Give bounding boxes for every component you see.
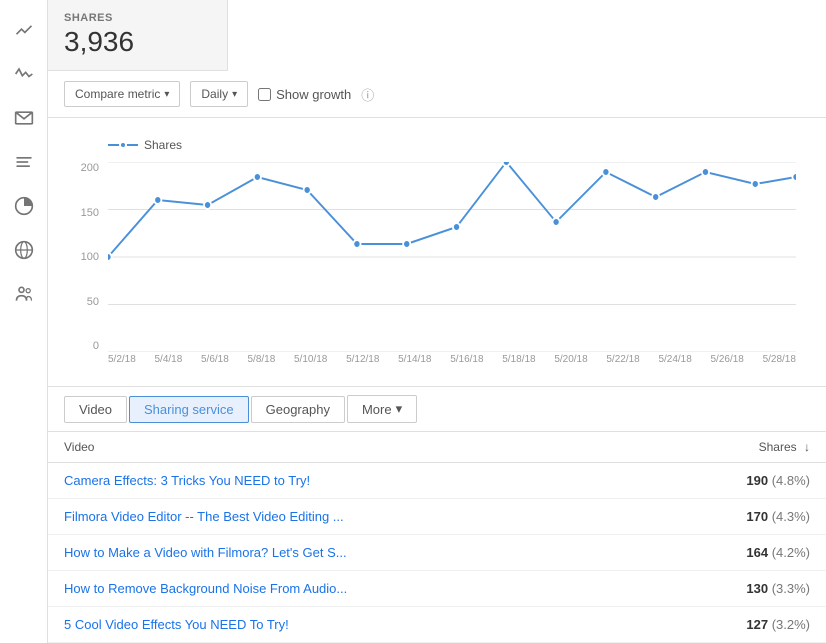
shares-value-2: 164 <box>746 545 768 560</box>
table-row: How to Make a Video with Filmora? Let's … <box>48 535 826 571</box>
shares-cell-4: 127 (3.2%) <box>645 607 826 643</box>
x-axis: 5/2/18 5/4/18 5/6/18 5/8/18 5/10/18 5/12… <box>108 354 796 374</box>
tab-video[interactable]: Video <box>64 396 127 423</box>
more-dropdown-arrow: ▾ <box>396 401 403 417</box>
x-tick-11: 5/24/18 <box>658 354 691 374</box>
x-tick-10: 5/22/18 <box>606 354 639 374</box>
table-section: Video Shares ↓ Camera Effects: 3 Tricks … <box>48 432 826 643</box>
x-tick-5: 5/12/18 <box>346 354 379 374</box>
shares-cell-3: 130 (3.3%) <box>645 571 826 607</box>
legend-dot <box>119 141 127 149</box>
video-link-3[interactable]: How to Remove Background Noise From Audi… <box>64 581 347 596</box>
shares-cell-1: 170 (4.3%) <box>645 499 826 535</box>
video-title-cell: 5 Cool Video Effects You NEED To Try! <box>48 607 645 643</box>
y-tick-100: 100 <box>81 251 104 263</box>
chart-svg <box>108 162 796 352</box>
period-button[interactable]: Daily ▾ <box>190 81 248 107</box>
tabs-bar: Video Sharing service Geography More ▾ <box>48 386 826 432</box>
y-tick-0: 0 <box>93 340 104 352</box>
x-tick-6: 5/14/18 <box>398 354 431 374</box>
chart-legend: Shares <box>108 138 806 152</box>
info-icon[interactable]: ⓘ <box>361 85 374 104</box>
tab-sharing-service[interactable]: Sharing service <box>129 396 249 423</box>
compare-metric-button[interactable]: Compare metric ▾ <box>64 81 180 107</box>
stat-label: SHARES <box>64 12 211 24</box>
video-title-cell: How to Remove Background Noise From Audi… <box>48 571 645 607</box>
shares-pct-1: (4.3%) <box>772 509 810 524</box>
video-title-cell: Filmora Video Editor -- The Best Video E… <box>48 499 645 535</box>
x-tick-9: 5/20/18 <box>554 354 587 374</box>
video-title-cell: Camera Effects: 3 Tricks You NEED to Try… <box>48 463 645 499</box>
shares-pct-3: (3.3%) <box>772 581 810 596</box>
sort-icon: ↓ <box>804 440 810 454</box>
stat-box: SHARES 3,936 <box>48 0 228 71</box>
shares-pct-0: (4.8%) <box>772 473 810 488</box>
x-tick-0: 5/2/18 <box>108 354 136 374</box>
sidebar-icon-pie[interactable] <box>4 186 44 226</box>
sidebar-icon-people[interactable] <box>4 274 44 314</box>
legend-line <box>108 144 138 146</box>
show-growth-checkbox[interactable] <box>258 88 271 101</box>
table-row: Camera Effects: 3 Tricks You NEED to Try… <box>48 463 826 499</box>
show-growth-label[interactable]: Show growth <box>258 87 351 102</box>
sidebar-icon-globe[interactable] <box>4 230 44 270</box>
table-row: Filmora Video Editor -- The Best Video E… <box>48 499 826 535</box>
video-link-1[interactable]: Filmora Video Editor -- The Best Video E… <box>64 509 344 524</box>
video-title-cell: How to Make a Video with Filmora? Let's … <box>48 535 645 571</box>
table-row: 5 Cool Video Effects You NEED To Try! 12… <box>48 607 826 643</box>
chart-section: Shares 0 50 100 150 200 <box>48 118 826 386</box>
chart-container: Shares 0 50 100 150 200 <box>48 118 826 386</box>
stat-value: 3,936 <box>64 26 211 58</box>
period-dropdown-arrow: ▾ <box>232 89 237 100</box>
main-content: SHARES 3,936 Compare metric ▾ Daily ▾ Sh… <box>48 0 826 643</box>
shares-pct-2: (4.2%) <box>772 545 810 560</box>
x-tick-12: 5/26/18 <box>711 354 744 374</box>
sidebar-icon-list[interactable] <box>4 142 44 182</box>
shares-value-4: 127 <box>746 617 768 632</box>
shares-value-3: 130 <box>746 581 768 596</box>
shares-pct-4: (3.2%) <box>772 617 810 632</box>
tab-geography[interactable]: Geography <box>251 396 345 423</box>
sidebar-icon-mail[interactable] <box>4 98 44 138</box>
col-video-header: Video <box>48 432 645 463</box>
shares-value-1: 170 <box>746 509 768 524</box>
x-tick-13: 5/28/18 <box>763 354 796 374</box>
sidebar-icon-wave[interactable] <box>4 54 44 94</box>
shares-value-0: 190 <box>746 473 768 488</box>
shares-table: Video Shares ↓ Camera Effects: 3 Tricks … <box>48 432 826 643</box>
y-tick-150: 150 <box>81 207 104 219</box>
video-link-2[interactable]: How to Make a Video with Filmora? Let's … <box>64 545 347 560</box>
chart-wrapper: 0 50 100 150 200 <box>108 162 796 382</box>
x-tick-2: 5/6/18 <box>201 354 229 374</box>
y-tick-200: 200 <box>81 162 104 174</box>
sidebar-icon-line[interactable] <box>4 10 44 50</box>
sidebar <box>0 0 48 643</box>
shares-cell-2: 164 (4.2%) <box>645 535 826 571</box>
y-tick-50: 50 <box>87 296 104 308</box>
video-link-4[interactable]: 5 Cool Video Effects You NEED To Try! <box>64 617 289 632</box>
x-tick-1: 5/4/18 <box>155 354 183 374</box>
x-tick-3: 5/8/18 <box>248 354 276 374</box>
video-link-0[interactable]: Camera Effects: 3 Tricks You NEED to Try… <box>64 473 310 488</box>
x-tick-8: 5/18/18 <box>502 354 535 374</box>
tab-more[interactable]: More ▾ <box>347 395 417 423</box>
shares-cell-0: 190 (4.8%) <box>645 463 826 499</box>
x-tick-7: 5/16/18 <box>450 354 483 374</box>
legend-label: Shares <box>144 138 182 152</box>
col-shares-header: Shares ↓ <box>645 432 826 463</box>
toolbar: Compare metric ▾ Daily ▾ Show growth ⓘ <box>48 71 826 118</box>
compare-dropdown-arrow: ▾ <box>164 89 169 100</box>
header-stat-row: SHARES 3,936 <box>48 0 826 71</box>
x-tick-4: 5/10/18 <box>294 354 327 374</box>
y-axis: 0 50 100 150 200 <box>68 162 104 352</box>
table-row: How to Remove Background Noise From Audi… <box>48 571 826 607</box>
